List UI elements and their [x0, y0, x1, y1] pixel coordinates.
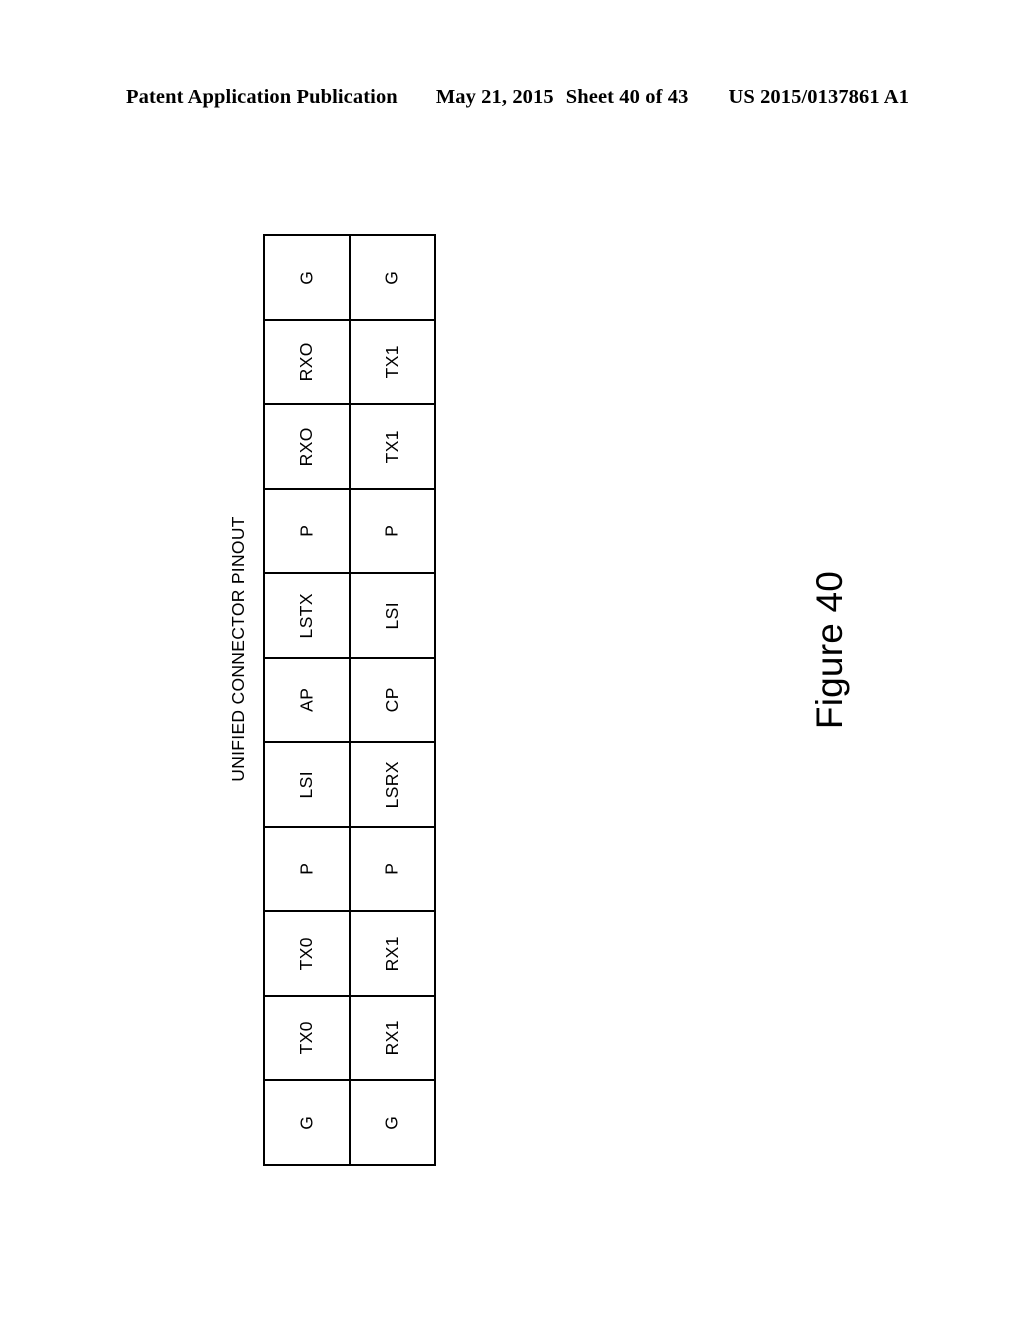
- pin-cell: TX0: [265, 912, 351, 995]
- pin-cell: LSI: [351, 574, 435, 657]
- pin-label: RXO: [296, 342, 316, 382]
- pin-cell: AP: [265, 658, 351, 742]
- pin-cell: P: [351, 490, 435, 573]
- pin-label: P: [381, 863, 402, 876]
- pin-label: G: [295, 270, 316, 285]
- table-row: AP CP: [265, 658, 435, 744]
- unified-connector-pinout-table: G G RXO TX1 RXO TX1 P P LSTX LSI AP CP LSI LSRX P P TX0 R…: [263, 234, 436, 1166]
- table-row: TX0 RX1: [265, 912, 434, 997]
- table-row: PP: [265, 827, 435, 913]
- pin-cell: RXO: [265, 320, 351, 404]
- pin-label: AP: [296, 687, 316, 713]
- pin-label: LSI: [381, 601, 402, 630]
- pin-cell: LSRX: [351, 743, 435, 826]
- table-row: TX0 RX1: [265, 996, 435, 1082]
- table-row: GG: [265, 236, 434, 321]
- pin-label: CP: [381, 687, 402, 713]
- pin-cell: G: [351, 236, 435, 319]
- pin-cell: LSI: [265, 743, 351, 826]
- pin-label: LSI: [296, 770, 316, 799]
- pin-cell: P: [265, 827, 351, 911]
- figure-caption: Figure 40: [809, 570, 850, 730]
- pin-label: RX1: [381, 936, 402, 972]
- pin-label: P: [381, 524, 402, 537]
- pin-label: G: [295, 1115, 316, 1130]
- pin-cell: RXO: [265, 405, 351, 488]
- pin-label: LSRX: [381, 760, 402, 809]
- pin-cell: TX1: [351, 405, 435, 488]
- pin-label: P: [295, 863, 316, 876]
- pin-cell: G: [265, 236, 351, 319]
- pin-label: TX1: [381, 345, 402, 379]
- pin-label: TX0: [295, 1021, 316, 1055]
- pin-label: TX0: [295, 936, 316, 971]
- pin-cell: LSTX: [265, 574, 351, 657]
- pin-cell: TX0: [265, 996, 351, 1080]
- pin-label: G: [381, 1115, 402, 1130]
- pin-label: TX1: [381, 429, 402, 464]
- pin-label: RXO: [296, 426, 316, 466]
- pin-cell: G: [265, 1081, 351, 1165]
- table-row: RXO TX1: [265, 405, 434, 490]
- pin-label: G: [381, 270, 402, 285]
- pin-cell: P: [265, 489, 351, 573]
- table-row: LSTX LSI: [265, 574, 434, 659]
- pin-cell: CP: [351, 659, 435, 742]
- table-row: GG: [265, 1081, 435, 1165]
- pin-label: P: [295, 524, 316, 537]
- pin-label: LSTX: [296, 592, 316, 639]
- pin-cell: RX1: [351, 912, 435, 995]
- pin-cell: P: [351, 828, 435, 911]
- pin-cell: RX1: [351, 997, 435, 1080]
- table-row: PP: [265, 489, 435, 575]
- pin-cell: G: [351, 1081, 435, 1164]
- pin-label: RX1: [381, 1020, 402, 1056]
- figure-40-drawing: UNIFIED CONNECTOR PINOUT G G RXO TX1 RXO TX1 P…: [0, 0, 1024, 1320]
- table-row: RXO TX1: [265, 320, 435, 406]
- table-row: LSI LSRX: [265, 743, 434, 828]
- pinout-table-title: UNIFIED CONNECTOR PINOUT: [228, 516, 248, 782]
- pin-cell: TX1: [351, 321, 435, 404]
